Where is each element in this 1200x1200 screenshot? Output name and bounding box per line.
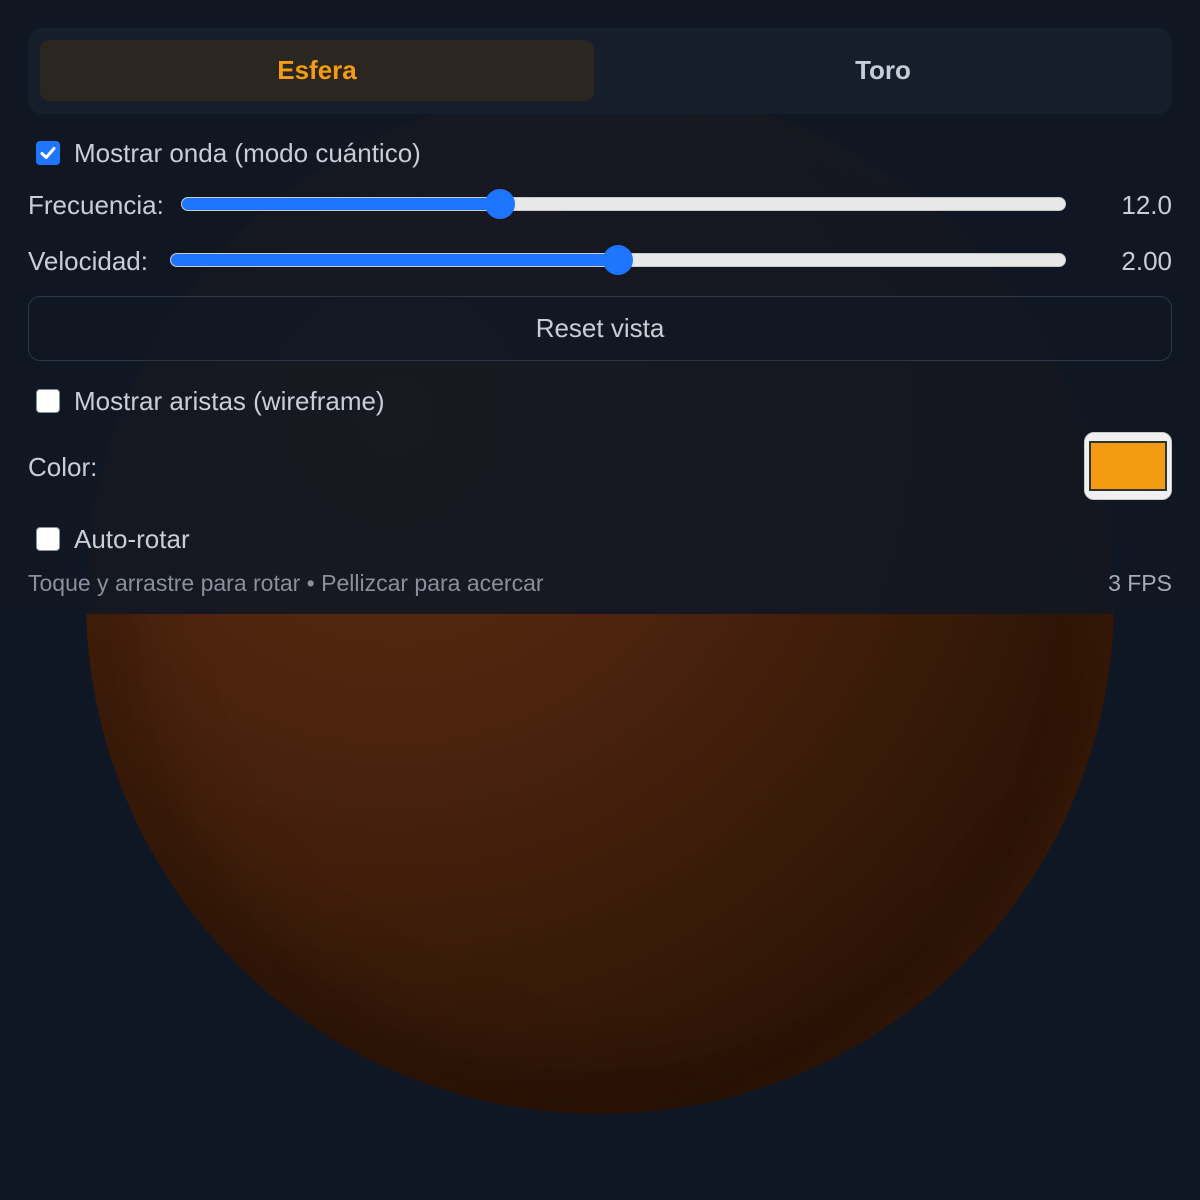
control-panel: Esfera Toro Mostrar onda (modo cuántico)… (0, 0, 1200, 614)
frequency-slider[interactable] (181, 189, 1066, 219)
frequency-slider-fill (182, 198, 500, 210)
speed-slider-thumb[interactable] (603, 245, 633, 275)
auto-rotate-row: Auto-rotar (28, 522, 190, 556)
checkmark-icon (40, 147, 56, 159)
show-wave-checkbox[interactable] (36, 141, 60, 165)
app-screen: Esfera Toro Mostrar onda (modo cuántico)… (0, 0, 1200, 1200)
gesture-hint: Toque y arrastre para rotar • Pellizcar … (28, 570, 544, 596)
speed-slider-fill (171, 254, 618, 266)
tab-toro[interactable]: Toro (606, 40, 1160, 101)
color-picker-swatch (1089, 441, 1167, 491)
show-edges-row: Mostrar aristas (wireframe) (28, 384, 385, 418)
show-wave-label: Mostrar onda (modo cuántico) (74, 137, 421, 168)
frequency-label: Frecuencia: (28, 190, 164, 220)
frequency-slider-thumb[interactable] (484, 189, 515, 219)
speed-slider[interactable] (170, 245, 1066, 275)
show-edges-checkbox[interactable] (36, 389, 60, 413)
auto-rotate-label: Auto-rotar (74, 523, 190, 554)
tab-esfera[interactable]: Esfera (40, 40, 594, 101)
color-picker[interactable] (1084, 432, 1172, 500)
color-label: Color: (28, 452, 98, 482)
shape-tabs: Esfera Toro (28, 28, 1172, 114)
frequency-value: 12.0 (1121, 190, 1172, 220)
auto-rotate-checkbox[interactable] (36, 527, 60, 551)
speed-label: Velocidad: (28, 246, 148, 276)
show-wave-row: Mostrar onda (modo cuántico) (28, 136, 421, 170)
reset-view-button[interactable]: Reset vista (28, 296, 1172, 361)
speed-value: 2.00 (1121, 246, 1172, 276)
fps-counter: 3 FPS (1108, 570, 1172, 596)
show-edges-label: Mostrar aristas (wireframe) (74, 385, 385, 416)
